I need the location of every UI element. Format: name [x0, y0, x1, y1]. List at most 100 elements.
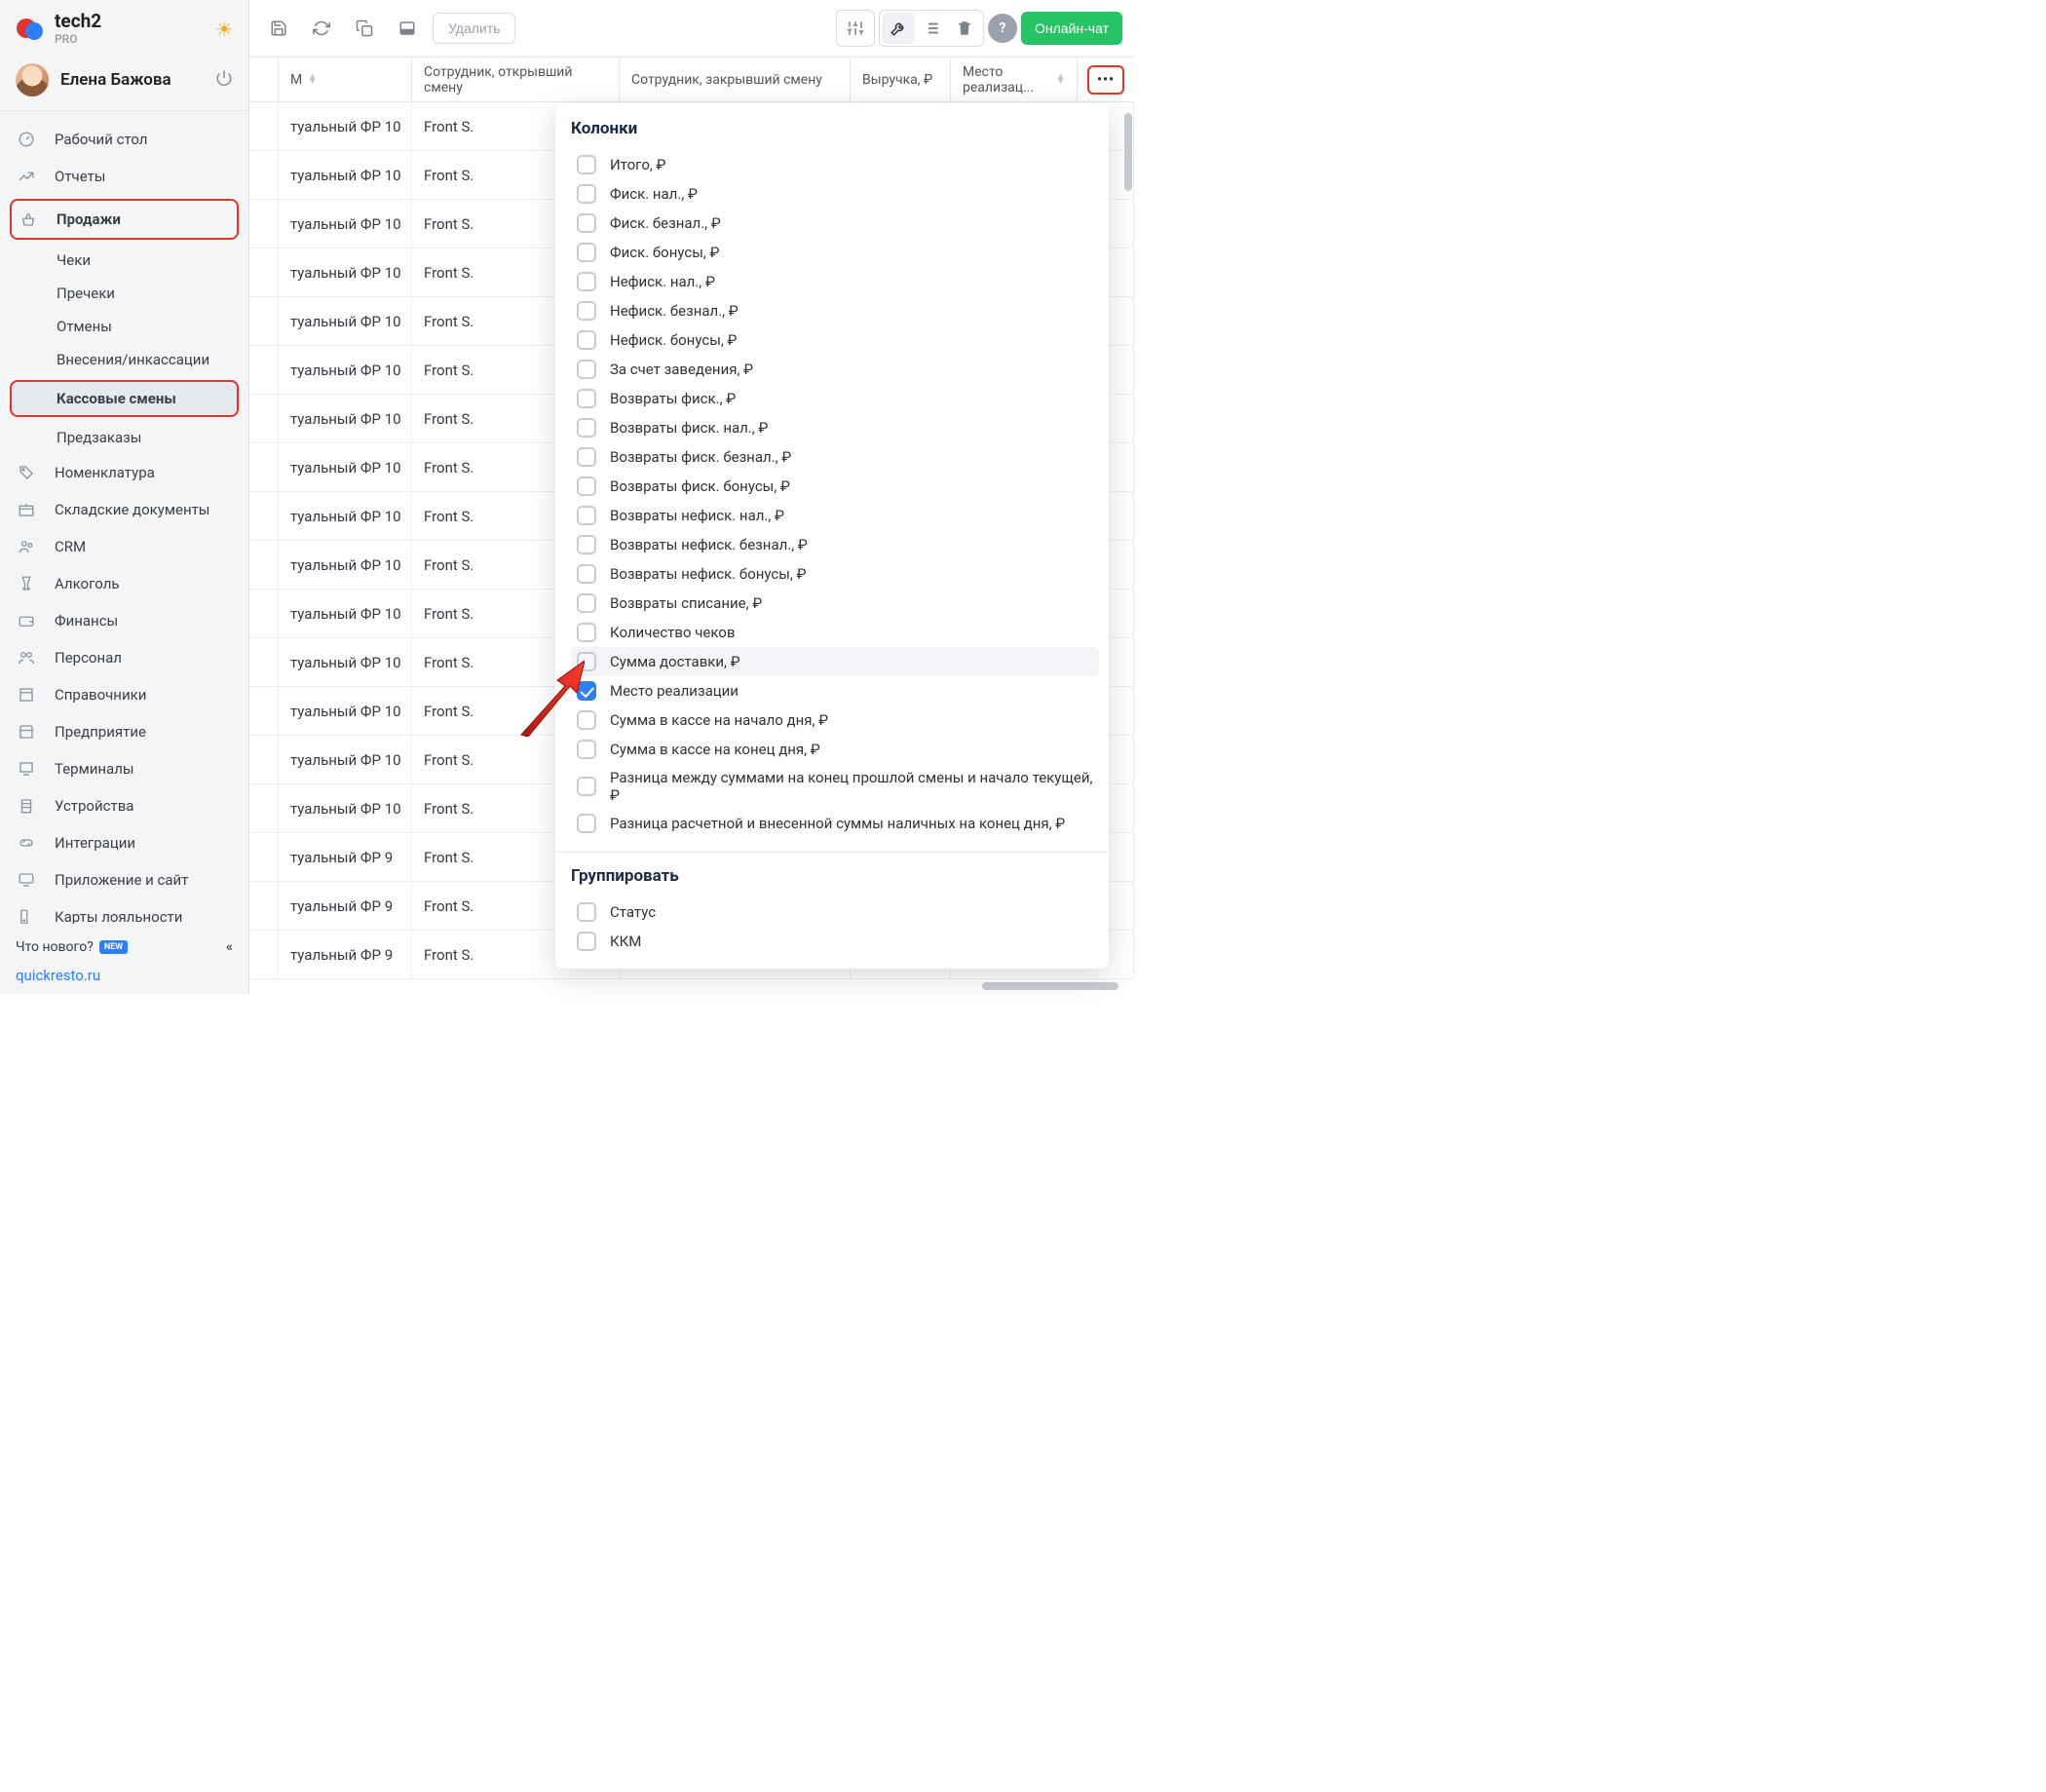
sidebar-item-14[interactable]: Персонал — [0, 639, 248, 676]
list-icon[interactable] — [915, 13, 948, 44]
column-option[interactable]: Количество чеков — [571, 618, 1099, 647]
checkbox[interactable] — [577, 213, 596, 233]
columns-more-button[interactable]: ••• — [1087, 65, 1124, 95]
online-chat-button[interactable]: Онлайн-чат — [1021, 12, 1122, 45]
column-option[interactable]: Сумма в кассе на начало дня, ₽ — [571, 705, 1099, 735]
checkbox[interactable] — [577, 389, 596, 408]
checkbox[interactable] — [577, 681, 596, 701]
sidebar-item-9[interactable]: Номенклатура — [0, 454, 248, 491]
column-option[interactable]: Возвраты фиск. безнал., ₽ — [571, 442, 1099, 472]
column-option[interactable]: Фиск. безнал., ₽ — [571, 209, 1099, 238]
whats-new-row[interactable]: Что нового? NEW « — [16, 934, 233, 961]
dropdown-title-columns: Колонки — [571, 119, 1099, 138]
sidebar-item-5[interactable]: Отмены — [0, 310, 248, 343]
checkbox[interactable] — [577, 447, 596, 467]
collapse-sidebar-icon[interactable]: « — [226, 939, 233, 955]
tools-icon[interactable] — [882, 13, 915, 44]
theme-icon[interactable]: ☀ — [215, 18, 233, 41]
column-option[interactable]: Разница между суммами на конец прошлой с… — [571, 764, 1099, 809]
sidebar-item-18[interactable]: Устройства — [0, 787, 248, 824]
column-option-label: Количество чеков — [610, 624, 735, 641]
checkbox[interactable] — [577, 814, 596, 833]
sidebar-item-16[interactable]: Предприятие — [0, 713, 248, 750]
sidebar-item-13[interactable]: Финансы — [0, 602, 248, 639]
sidebar-item-12[interactable]: Алкоголь — [0, 565, 248, 602]
delete-button[interactable]: Удалить — [433, 13, 515, 44]
column-option[interactable]: Возвраты фиск. бонусы, ₽ — [571, 472, 1099, 501]
sidebar-item-10[interactable]: Складские документы — [0, 491, 248, 528]
checkbox[interactable] — [577, 564, 596, 584]
vertical-scrollbar[interactable] — [1122, 107, 1132, 935]
sidebar-item-3[interactable]: Чеки — [0, 244, 248, 277]
column-option[interactable]: Фиск. бонусы, ₽ — [571, 238, 1099, 267]
column-option[interactable]: Возвраты нефиск. бонусы, ₽ — [571, 559, 1099, 589]
save-icon[interactable] — [261, 11, 296, 46]
checkbox[interactable] — [577, 477, 596, 496]
column-option[interactable]: Нефиск. безнал., ₽ — [571, 296, 1099, 325]
sidebar-item-0[interactable]: Рабочий стол — [0, 121, 248, 158]
trash-icon[interactable] — [948, 13, 981, 44]
column-option[interactable]: Фиск. нал., ₽ — [571, 179, 1099, 209]
checkbox[interactable] — [577, 932, 596, 951]
column-option[interactable]: Нефиск. бонусы, ₽ — [571, 325, 1099, 355]
checkbox[interactable] — [577, 710, 596, 730]
sidebar-item-11[interactable]: CRM — [0, 528, 248, 565]
logout-icon[interactable] — [215, 69, 233, 91]
sidebar-item-15[interactable]: Справочники — [0, 676, 248, 713]
column-option[interactable]: За счет заведения, ₽ — [571, 355, 1099, 384]
column-option[interactable]: Возвраты нефиск. безнал., ₽ — [571, 530, 1099, 559]
column-option[interactable]: Возвраты списание, ₽ — [571, 589, 1099, 618]
sliders-icon[interactable] — [839, 13, 872, 44]
column-option[interactable]: Разница расчетной и внесенной суммы нали… — [571, 809, 1099, 838]
checkbox[interactable] — [577, 506, 596, 525]
checkbox[interactable] — [577, 243, 596, 262]
column-option[interactable]: Место реализации — [571, 676, 1099, 705]
checkbox[interactable] — [577, 418, 596, 438]
checkbox[interactable] — [577, 184, 596, 204]
columns-dropdown[interactable]: Колонки Итого, ₽Фиск. нал., ₽Фиск. безна… — [555, 103, 1109, 969]
sidebar-item-6[interactable]: Внесения/инкассации — [0, 343, 248, 376]
sidebar-item-21[interactable]: Карты лояльности — [0, 898, 248, 924]
th-revenue[interactable]: Выручка, ₽ — [851, 57, 951, 101]
checkbox[interactable] — [577, 330, 596, 350]
th-close-employee[interactable]: Сотрудник, закрывший смену — [620, 57, 851, 101]
checkbox[interactable] — [577, 777, 596, 796]
group-option[interactable]: ККМ — [571, 927, 1099, 956]
column-option[interactable]: Нефиск. нал., ₽ — [571, 267, 1099, 296]
sidebar-item-2[interactable]: Продажи — [10, 199, 239, 240]
checkbox[interactable] — [577, 740, 596, 759]
sidebar-item-20[interactable]: Приложение и сайт — [0, 861, 248, 898]
checkbox[interactable] — [577, 652, 596, 671]
column-option[interactable]: Сумма в кассе на конец дня, ₽ — [571, 735, 1099, 764]
user-row[interactable]: Елена Бажова — [0, 54, 248, 111]
checkbox[interactable] — [577, 593, 596, 613]
copy-icon[interactable] — [347, 11, 382, 46]
horizontal-scrollbar[interactable] — [253, 982, 1118, 992]
sidebar-item-1[interactable]: Отчеты — [0, 158, 248, 195]
sidebar-item-8[interactable]: Предзаказы — [0, 421, 248, 454]
checkbox[interactable] — [577, 360, 596, 379]
inbox-icon[interactable] — [390, 11, 425, 46]
th-open-employee[interactable]: Сотрудник, открывший смену — [412, 57, 620, 101]
checkbox[interactable] — [577, 623, 596, 642]
column-option[interactable]: Возвраты фиск. нал., ₽ — [571, 413, 1099, 442]
sidebar-item-7[interactable]: Кассовые смены — [10, 380, 239, 417]
sidebar-item-17[interactable]: Терминалы — [0, 750, 248, 787]
checkbox[interactable] — [577, 272, 596, 291]
column-option[interactable]: Возвраты нефиск. нал., ₽ — [571, 501, 1099, 530]
th-kkm[interactable]: М▲▼ — [279, 57, 412, 101]
checkbox[interactable] — [577, 902, 596, 922]
checkbox[interactable] — [577, 301, 596, 321]
checkbox[interactable] — [577, 535, 596, 554]
sidebar-item-4[interactable]: Пречеки — [0, 277, 248, 310]
column-option[interactable]: Возвраты фиск., ₽ — [571, 384, 1099, 413]
help-icon[interactable]: ? — [988, 14, 1017, 43]
column-option[interactable]: Итого, ₽ — [571, 150, 1099, 179]
th-place[interactable]: Место реализац...▲▼ — [951, 57, 1078, 101]
refresh-icon[interactable] — [304, 11, 339, 46]
group-option[interactable]: Статус — [571, 897, 1099, 927]
column-option[interactable]: Сумма доставки, ₽ — [571, 647, 1099, 676]
footer-link[interactable]: quickresto.ru — [16, 961, 233, 984]
checkbox[interactable] — [577, 155, 596, 174]
sidebar-item-19[interactable]: Интеграции — [0, 824, 248, 861]
